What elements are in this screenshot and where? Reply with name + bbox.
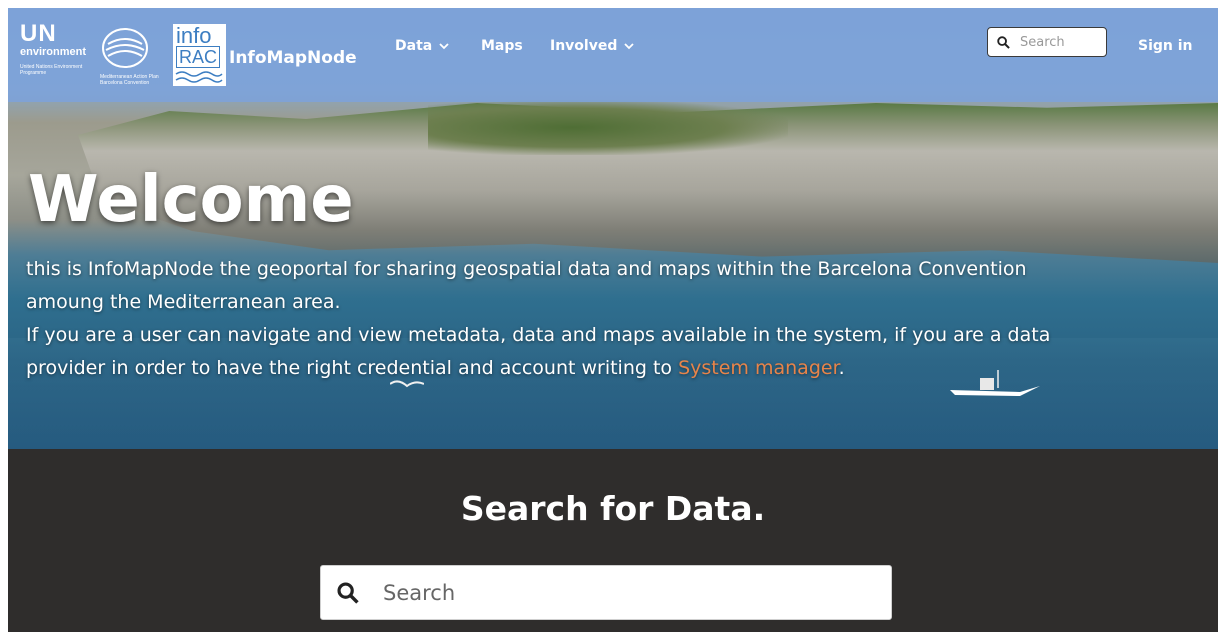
un-environment-logo[interactable]: UN environment United Nations Environmen… (20, 22, 100, 92)
map-emblem-icon (102, 28, 148, 68)
nav-item-data[interactable]: Data (395, 38, 450, 54)
map-barcelona-logo[interactable]: Mediterranean Action Plan Barcelona Conv… (100, 26, 174, 90)
intro-line: amoung the Mediterranean area. (26, 291, 341, 313)
search-icon (997, 35, 1010, 49)
nav-item-label: Involved (550, 38, 618, 54)
un-logo-subtext: environment (20, 46, 87, 58)
hero-title: Welcome (28, 163, 354, 237)
map-logo-small: Mediterranean Action Plan Barcelona Conv… (100, 74, 159, 86)
chevron-down-icon (439, 43, 449, 50)
main-search-input[interactable] (381, 579, 855, 606)
search-heading: Search for Data. (460, 489, 766, 528)
hero-intro-text: this is InfoMapNode the geoportal for sh… (26, 253, 1201, 385)
intro-text: provider in order to have the right cred… (26, 357, 679, 379)
nav-item-involved[interactable]: Involved (550, 38, 635, 54)
nav-item-maps[interactable]: Maps (481, 38, 523, 54)
intro-text: . (838, 357, 845, 379)
waves-icon (175, 71, 223, 83)
inforac-logo[interactable]: info RAC (173, 24, 226, 86)
sign-in-link[interactable]: Sign in (1138, 38, 1193, 54)
nav-item-label: Maps (481, 38, 523, 54)
un-logo-text: UN (20, 20, 57, 47)
seagull-image (390, 380, 424, 388)
un-logo-small: United Nations Environment Programme (20, 64, 83, 76)
boat-image (950, 370, 1040, 396)
intro-line: this is InfoMapNode the geoportal for sh… (26, 258, 1027, 280)
system-manager-link[interactable]: System manager (678, 357, 839, 379)
chevron-down-icon (624, 43, 635, 50)
search-icon (337, 581, 359, 604)
top-navbar: UN environment United Nations Environmen… (8, 8, 1218, 102)
brand-name[interactable]: InfoMapNode (229, 48, 357, 68)
search-section: Search for Data. (8, 449, 1218, 632)
navbar-search-box[interactable] (987, 27, 1107, 57)
inforac-logo-line2: RAC (176, 46, 221, 68)
main-search-box[interactable] (320, 565, 892, 620)
nav-item-label: Data (395, 38, 433, 54)
navbar-search-input[interactable] (1018, 33, 1102, 51)
inforac-logo-line1: info (176, 23, 212, 48)
hero-vegetation (428, 100, 788, 155)
intro-line: If you are a user can navigate and view … (26, 324, 1051, 346)
